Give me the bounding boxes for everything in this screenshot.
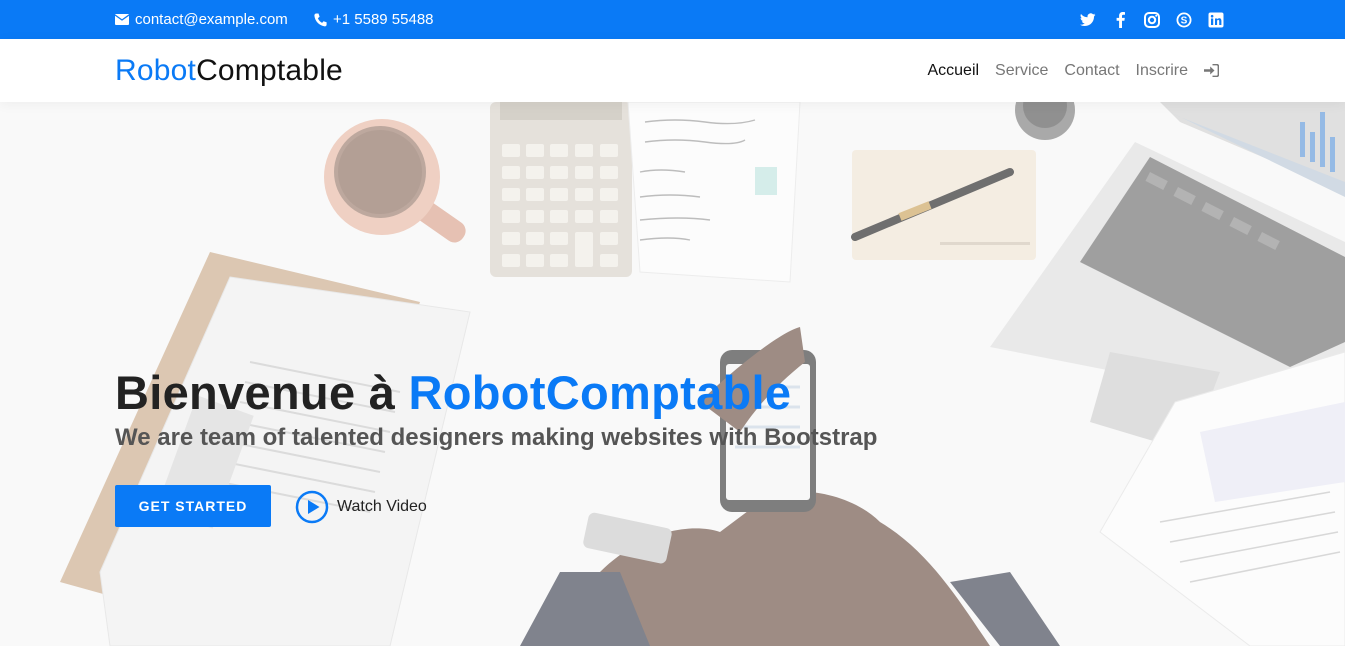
hero-title: Bienvenue à RobotComptable bbox=[115, 365, 791, 420]
nav-inscrire[interactable]: Inscrire bbox=[1136, 62, 1188, 80]
nav-service[interactable]: Service bbox=[995, 62, 1048, 80]
hero-title-brand: RobotComptable bbox=[408, 366, 792, 419]
email-text: contact@example.com bbox=[135, 11, 288, 28]
phone-icon bbox=[314, 13, 327, 26]
linkedin-icon[interactable] bbox=[1207, 11, 1225, 29]
logo-part-comptable: Comptable bbox=[196, 53, 343, 87]
hero-title-prefix: Bienvenue à bbox=[115, 366, 409, 419]
site-header: Robot Comptable Accueil Service Contact I… bbox=[0, 39, 1345, 102]
email-contact[interactable]: contact@example.com bbox=[115, 0, 288, 39]
play-circle-icon bbox=[295, 490, 329, 524]
logo[interactable]: Robot Comptable bbox=[115, 39, 343, 102]
logo-part-robot: Robot bbox=[115, 53, 197, 87]
twitter-icon[interactable] bbox=[1079, 11, 1097, 29]
social-links: S bbox=[1079, 0, 1225, 39]
nav-contact[interactable]: Contact bbox=[1064, 62, 1119, 80]
nav-accueil[interactable]: Accueil bbox=[927, 62, 979, 80]
phone-text: +1 5589 55488 bbox=[333, 11, 434, 28]
sign-in-icon[interactable] bbox=[1204, 64, 1219, 77]
hero-section: Bienvenue à RobotComptable We are team o… bbox=[0, 102, 1345, 646]
envelope-icon bbox=[115, 14, 129, 25]
skype-icon[interactable]: S bbox=[1175, 11, 1193, 29]
svg-text:S: S bbox=[1181, 15, 1188, 26]
watch-video-label: Watch Video bbox=[337, 498, 427, 515]
hero-subtitle: We are team of talented designers making… bbox=[115, 424, 878, 451]
phone-contact[interactable]: +1 5589 55488 bbox=[314, 0, 434, 39]
top-bar: contact@example.com +1 5589 55488 S bbox=[0, 0, 1345, 39]
main-nav: Accueil Service Contact Inscrire bbox=[927, 39, 1219, 102]
get-started-button[interactable]: GET STARTED bbox=[115, 485, 271, 527]
facebook-icon[interactable] bbox=[1111, 11, 1129, 29]
instagram-icon[interactable] bbox=[1143, 11, 1161, 29]
watch-video-link[interactable]: Watch Video bbox=[295, 490, 427, 524]
